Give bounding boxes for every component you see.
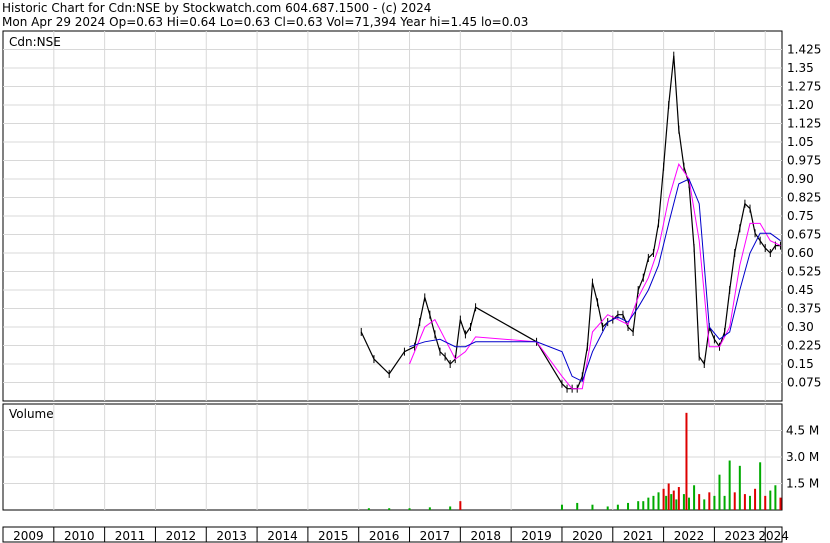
- volume-bar: [748, 495, 751, 510]
- volume-bar: [708, 492, 711, 510]
- volume-bar: [738, 465, 741, 510]
- volume-bar: [388, 508, 391, 510]
- price-tick-label: 0.525: [787, 265, 821, 279]
- price-tick-label: 1.35: [787, 61, 814, 75]
- volume-bar: [685, 412, 688, 510]
- volume-bar: [449, 506, 452, 510]
- volume-bar: [718, 474, 721, 510]
- year-tick-label: 2015: [318, 529, 349, 543]
- year-tick-label: 2011: [115, 529, 146, 543]
- year-tick-label: 2024: [758, 529, 789, 543]
- year-axis: 2009 2010 2011 2012 2013 2014 2015 2016 2017 2018…: [2, 526, 789, 543]
- price-tick-label: 0.90: [787, 172, 814, 186]
- price-tick-label: 0.30: [787, 320, 814, 334]
- price-tick-label: 0.075: [787, 376, 821, 390]
- volume-bar: [723, 495, 726, 510]
- price-tick-label: 1.425: [787, 43, 821, 57]
- volume-bar: [576, 502, 579, 510]
- volume-bar: [647, 497, 650, 510]
- volume-bar: [675, 499, 678, 510]
- year-tick-label: 2012: [166, 529, 197, 543]
- volume-bar: [769, 490, 772, 510]
- volume-bar: [606, 506, 609, 510]
- volume-bar: [637, 501, 640, 510]
- volume-bar: [682, 494, 685, 510]
- price-tick-label: 1.125: [787, 117, 821, 131]
- price-tick-label: 0.60: [787, 246, 814, 260]
- volume-bar: [616, 504, 619, 510]
- year-tick-label: 2018: [470, 529, 501, 543]
- volume-tick-label: 3.0 M: [786, 450, 819, 464]
- volume-bar: [428, 507, 431, 510]
- year-tick-label: 2022: [674, 529, 705, 543]
- price-tick-label: 0.15: [787, 357, 814, 371]
- volume-bar: [764, 495, 767, 510]
- year-tick-label: 2017: [420, 529, 451, 543]
- volume-bar: [642, 501, 645, 510]
- year-tick-label: 2021: [623, 529, 654, 543]
- price-panel: 1.425 1.35 1.275 1.20 1.125 1.05 0.975 0.90 0.82…: [2, 30, 821, 402]
- volume-bar: [657, 492, 660, 510]
- volume-bar: [774, 485, 777, 510]
- volume-bar: [698, 494, 701, 510]
- price-tick-label: 1.275: [787, 80, 821, 94]
- volume-tick-label: 4.5 M: [786, 424, 819, 438]
- year-tick-label: 2013: [216, 529, 247, 543]
- year-tick-label: 2014: [267, 529, 298, 543]
- year-tick-label: 2016: [369, 529, 400, 543]
- price-tick-label: 0.45: [787, 283, 814, 297]
- volume-bar: [713, 495, 716, 510]
- volume-bar: [703, 499, 706, 510]
- volume-bar: [627, 502, 630, 510]
- price-tick-label: 0.825: [787, 191, 821, 205]
- price-tick-label: 0.225: [787, 339, 821, 353]
- volume-bar: [367, 508, 370, 510]
- volume-axis: 4.5 M 3.0 M 1.5 M: [786, 424, 819, 491]
- year-tick-label: 2020: [572, 529, 603, 543]
- volume-bar: [591, 504, 594, 510]
- volume-bar: [728, 460, 731, 510]
- price-tick-label: 0.75: [787, 209, 814, 223]
- year-tick-label: 2019: [521, 529, 552, 543]
- year-tick-label: 2023: [725, 529, 756, 543]
- volume-bar: [672, 490, 675, 510]
- volume-tick-label: 1.5 M: [786, 477, 819, 491]
- volume-bar: [662, 488, 665, 510]
- year-tick-label: 2009: [13, 529, 44, 543]
- price-tick-label: 0.675: [787, 228, 821, 242]
- volume-bar: [693, 485, 696, 510]
- volume-bar: [733, 492, 736, 510]
- volume-bar: [743, 494, 746, 510]
- volume-bar: [779, 497, 782, 510]
- volume-label: Volume: [9, 407, 54, 421]
- volume-bar: [459, 501, 462, 510]
- volume-bar: [408, 508, 411, 510]
- price-tick-label: 1.05: [787, 135, 814, 149]
- price-tick-label: 0.975: [787, 154, 821, 168]
- stock-chart: 1.425 1.35 1.275 1.20 1.125 1.05 0.975 0.90 0.82…: [2, 30, 821, 543]
- volume-bar: [688, 497, 691, 510]
- volume-bar: [759, 462, 762, 510]
- volume-bar: [665, 495, 668, 510]
- symbol-label: Cdn:NSE: [9, 35, 61, 49]
- volume-bar: [754, 488, 757, 510]
- volume-bar: [652, 495, 655, 510]
- volume-bar: [667, 483, 670, 510]
- price-tick-label: 0.375: [787, 302, 821, 316]
- price-tick-label: 1.20: [787, 98, 814, 112]
- volume-bar: [677, 487, 680, 510]
- volume-bar: [670, 494, 673, 510]
- year-tick-label: 2010: [64, 529, 95, 543]
- price-axis: 1.425 1.35 1.275 1.20 1.125 1.05 0.975 0.90 0.82…: [787, 43, 821, 390]
- volume-bar: [560, 504, 563, 510]
- volume-panel: 4.5 M 3.0 M 1.5 M Volume: [2, 403, 819, 511]
